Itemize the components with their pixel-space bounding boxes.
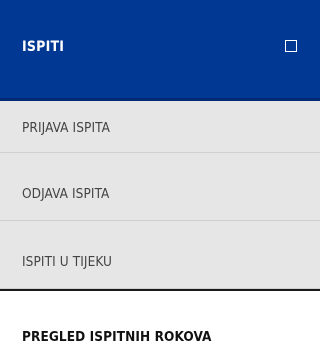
menu-header-ispiti[interactable]: ISPITI	[0, 0, 320, 101]
menu-item-label: ISPITI U TIJEKU	[22, 254, 113, 270]
menu-item-ispiti-u-tijeku[interactable]: ISPITI U TIJEKU	[0, 221, 320, 289]
sidebar-menu: ISPITI PRIJAVA ISPITA ODJAVA ISPITA ISPI…	[0, 0, 320, 361]
menu-item-prijava-ispita[interactable]: PRIJAVA ISPITA	[0, 101, 320, 153]
menu-item-label: ODJAVA ISPITA	[22, 186, 110, 202]
square-icon[interactable]	[285, 40, 297, 52]
menu-item-odjava-ispita[interactable]: ODJAVA ISPITA	[0, 153, 320, 221]
menu-item-pregled-ispitnih-rokova[interactable]: PREGLED ISPITNIH ROKOVA	[0, 291, 320, 361]
menu-item-label: PREGLED ISPITNIH ROKOVA	[22, 329, 212, 345]
menu-item-label: PRIJAVA ISPITA	[22, 120, 110, 136]
menu-header-label: ISPITI	[22, 39, 65, 55]
